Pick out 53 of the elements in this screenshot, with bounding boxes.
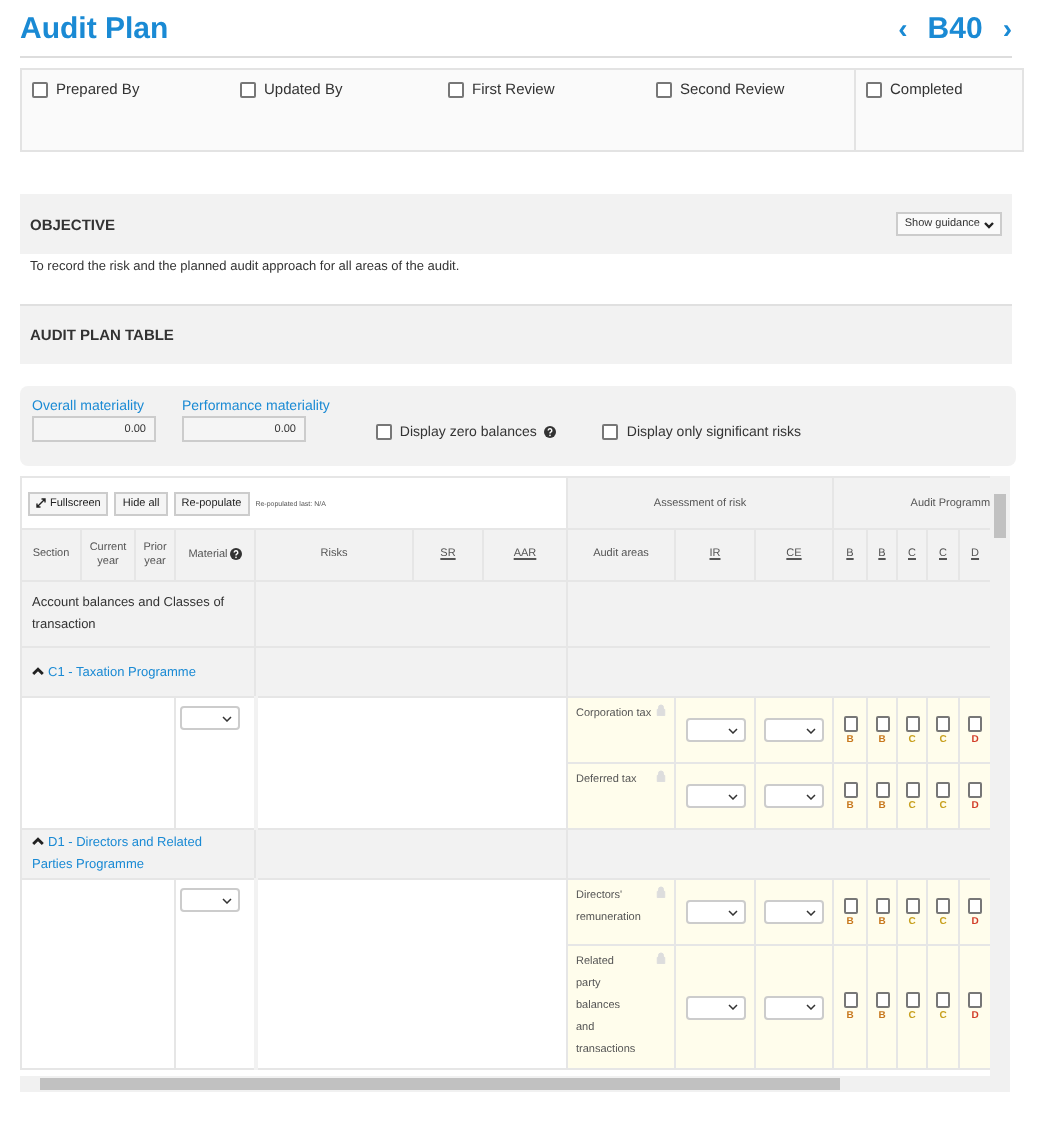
checkbox[interactable]: [905, 715, 919, 731]
chevron-down-icon: [222, 715, 232, 721]
chevron-icon[interactable]: [32, 836, 44, 846]
checkbox[interactable]: [905, 781, 919, 797]
vertical-scrollbar[interactable]: [990, 476, 1010, 1076]
chevron-down-icon: [806, 793, 816, 799]
checkbox[interactable]: [936, 781, 950, 797]
checkbox[interactable]: [602, 424, 619, 440]
next-button[interactable]: ›: [1002, 12, 1012, 44]
chevron-down-icon: [984, 219, 994, 229]
lock-icon: [656, 770, 666, 782]
help-icon[interactable]: [229, 547, 242, 560]
checkbox[interactable]: [375, 424, 392, 440]
lock-icon: [656, 704, 666, 716]
chevron-down-icon: [806, 727, 816, 733]
checkbox[interactable]: [843, 715, 857, 731]
checkbox[interactable]: [875, 781, 889, 797]
checkbox[interactable]: [968, 715, 983, 731]
chevron-down-icon: [222, 897, 232, 903]
checkbox[interactable]: [240, 82, 256, 98]
checkbox[interactable]: [936, 715, 950, 731]
checkbox[interactable]: [32, 82, 48, 98]
chevron-down-icon: [806, 1004, 816, 1010]
checkbox[interactable]: [905, 897, 919, 913]
checkbox[interactable]: [968, 897, 983, 913]
page-title: Audit Plan: [20, 11, 169, 45]
checkbox[interactable]: [843, 897, 857, 913]
lock-icon: [656, 886, 666, 898]
chevron-down-icon: [806, 909, 816, 915]
checkbox[interactable]: [968, 992, 983, 1008]
checkbox[interactable]: [843, 781, 857, 797]
checkbox[interactable]: [936, 897, 950, 913]
help-icon[interactable]: [544, 426, 557, 438]
chevron-down-icon: [727, 1004, 737, 1010]
previous-button[interactable]: ‹: [898, 12, 908, 44]
checkbox[interactable]: [875, 897, 889, 913]
checkbox[interactable]: [656, 82, 672, 98]
expand-icon: [36, 498, 46, 508]
checkbox[interactable]: [936, 992, 950, 1008]
page-code: B40: [927, 11, 983, 45]
chevron-down-icon: [727, 909, 737, 915]
checkbox[interactable]: [875, 715, 889, 731]
chevron-icon[interactable]: [32, 665, 44, 675]
checkbox[interactable]: [968, 781, 983, 797]
checkbox[interactable]: [905, 992, 919, 1008]
chevron-down-icon: [727, 727, 737, 733]
lock-icon: [656, 952, 666, 964]
checkbox[interactable]: [448, 82, 464, 98]
checkbox[interactable]: [866, 82, 882, 98]
checkbox[interactable]: [875, 992, 889, 1008]
horizontal-scrollbar[interactable]: [20, 1076, 1010, 1092]
checkbox[interactable]: [843, 992, 857, 1008]
chevron-down-icon: [727, 793, 737, 799]
